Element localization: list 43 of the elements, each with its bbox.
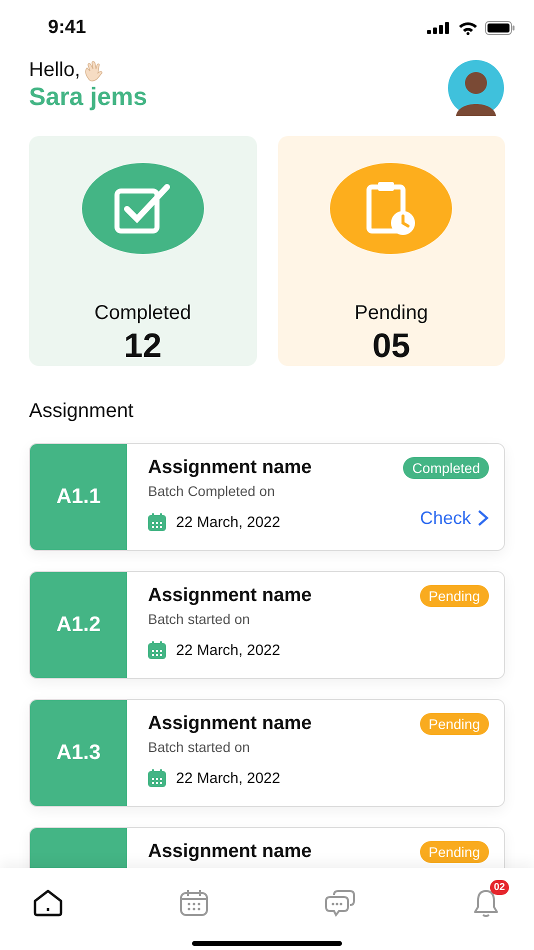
user-name: Sara jems [29,83,148,112]
section-title: Assignment [29,400,134,423]
notification-tab[interactable]: 02 [463,880,509,926]
signal-icon [427,22,451,34]
greeting: Hello, [29,59,80,82]
status-time: 9:41 [48,16,86,38]
assignment-code: A1.1 [56,485,101,509]
wifi-icon [458,20,478,34]
avatar[interactable] [448,60,504,116]
assignment-title: Assignment name [148,841,312,863]
assignment-date: 22 March, 2022 [176,514,280,530]
status-badge: Pending [420,585,489,607]
stat-label: Pending [354,302,428,325]
calendar-icon [148,641,166,659]
calendar-icon [148,769,166,787]
status-badge: Pending [420,713,489,735]
chat-icon [324,889,356,917]
assignment-title: Assignment name [148,713,312,735]
assignment-subtitle: Batch started on [148,611,251,627]
calendar-icon [148,513,166,531]
assignment-card[interactable]: A1.1 Assignment name Completed Batch Completed on 22 March, 2022 Check [29,443,505,551]
assignment-title: Assignment name [148,585,312,607]
assignment-code: A1.3 [56,741,101,765]
check-link[interactable]: Check [420,508,489,528]
assignment-card[interactable]: A1.3 Assignment name Pending Batch started on 22 March, 2022 [29,699,505,807]
status-badge: Completed [403,457,489,479]
assignment-date: 22 March, 2022 [176,642,280,658]
home-icon [32,889,64,917]
assignment-subtitle: Batch started on [148,739,251,755]
status-badge: Pending [420,841,489,863]
assignment-date: 22 March, 2022 [176,770,280,786]
battery-icon [485,20,515,34]
assignment-title: Assignment name [148,457,312,479]
assignment-card[interactable]: Assignment name Pending [29,827,505,868]
notification-badge: 02 [490,880,509,895]
assignment-subtitle: Batch Completed on [148,483,276,499]
stat-label: Completed [94,302,192,325]
assignment-code: A1.2 [56,613,101,637]
stat-count: 05 [372,327,410,366]
stat-count: 12 [124,327,162,366]
assignment-card[interactable]: A1.2 Assignment name Pending Batch started on 22 March, 2022 [29,571,505,679]
chevron-icon [477,509,489,527]
calendar-icon [179,889,209,917]
